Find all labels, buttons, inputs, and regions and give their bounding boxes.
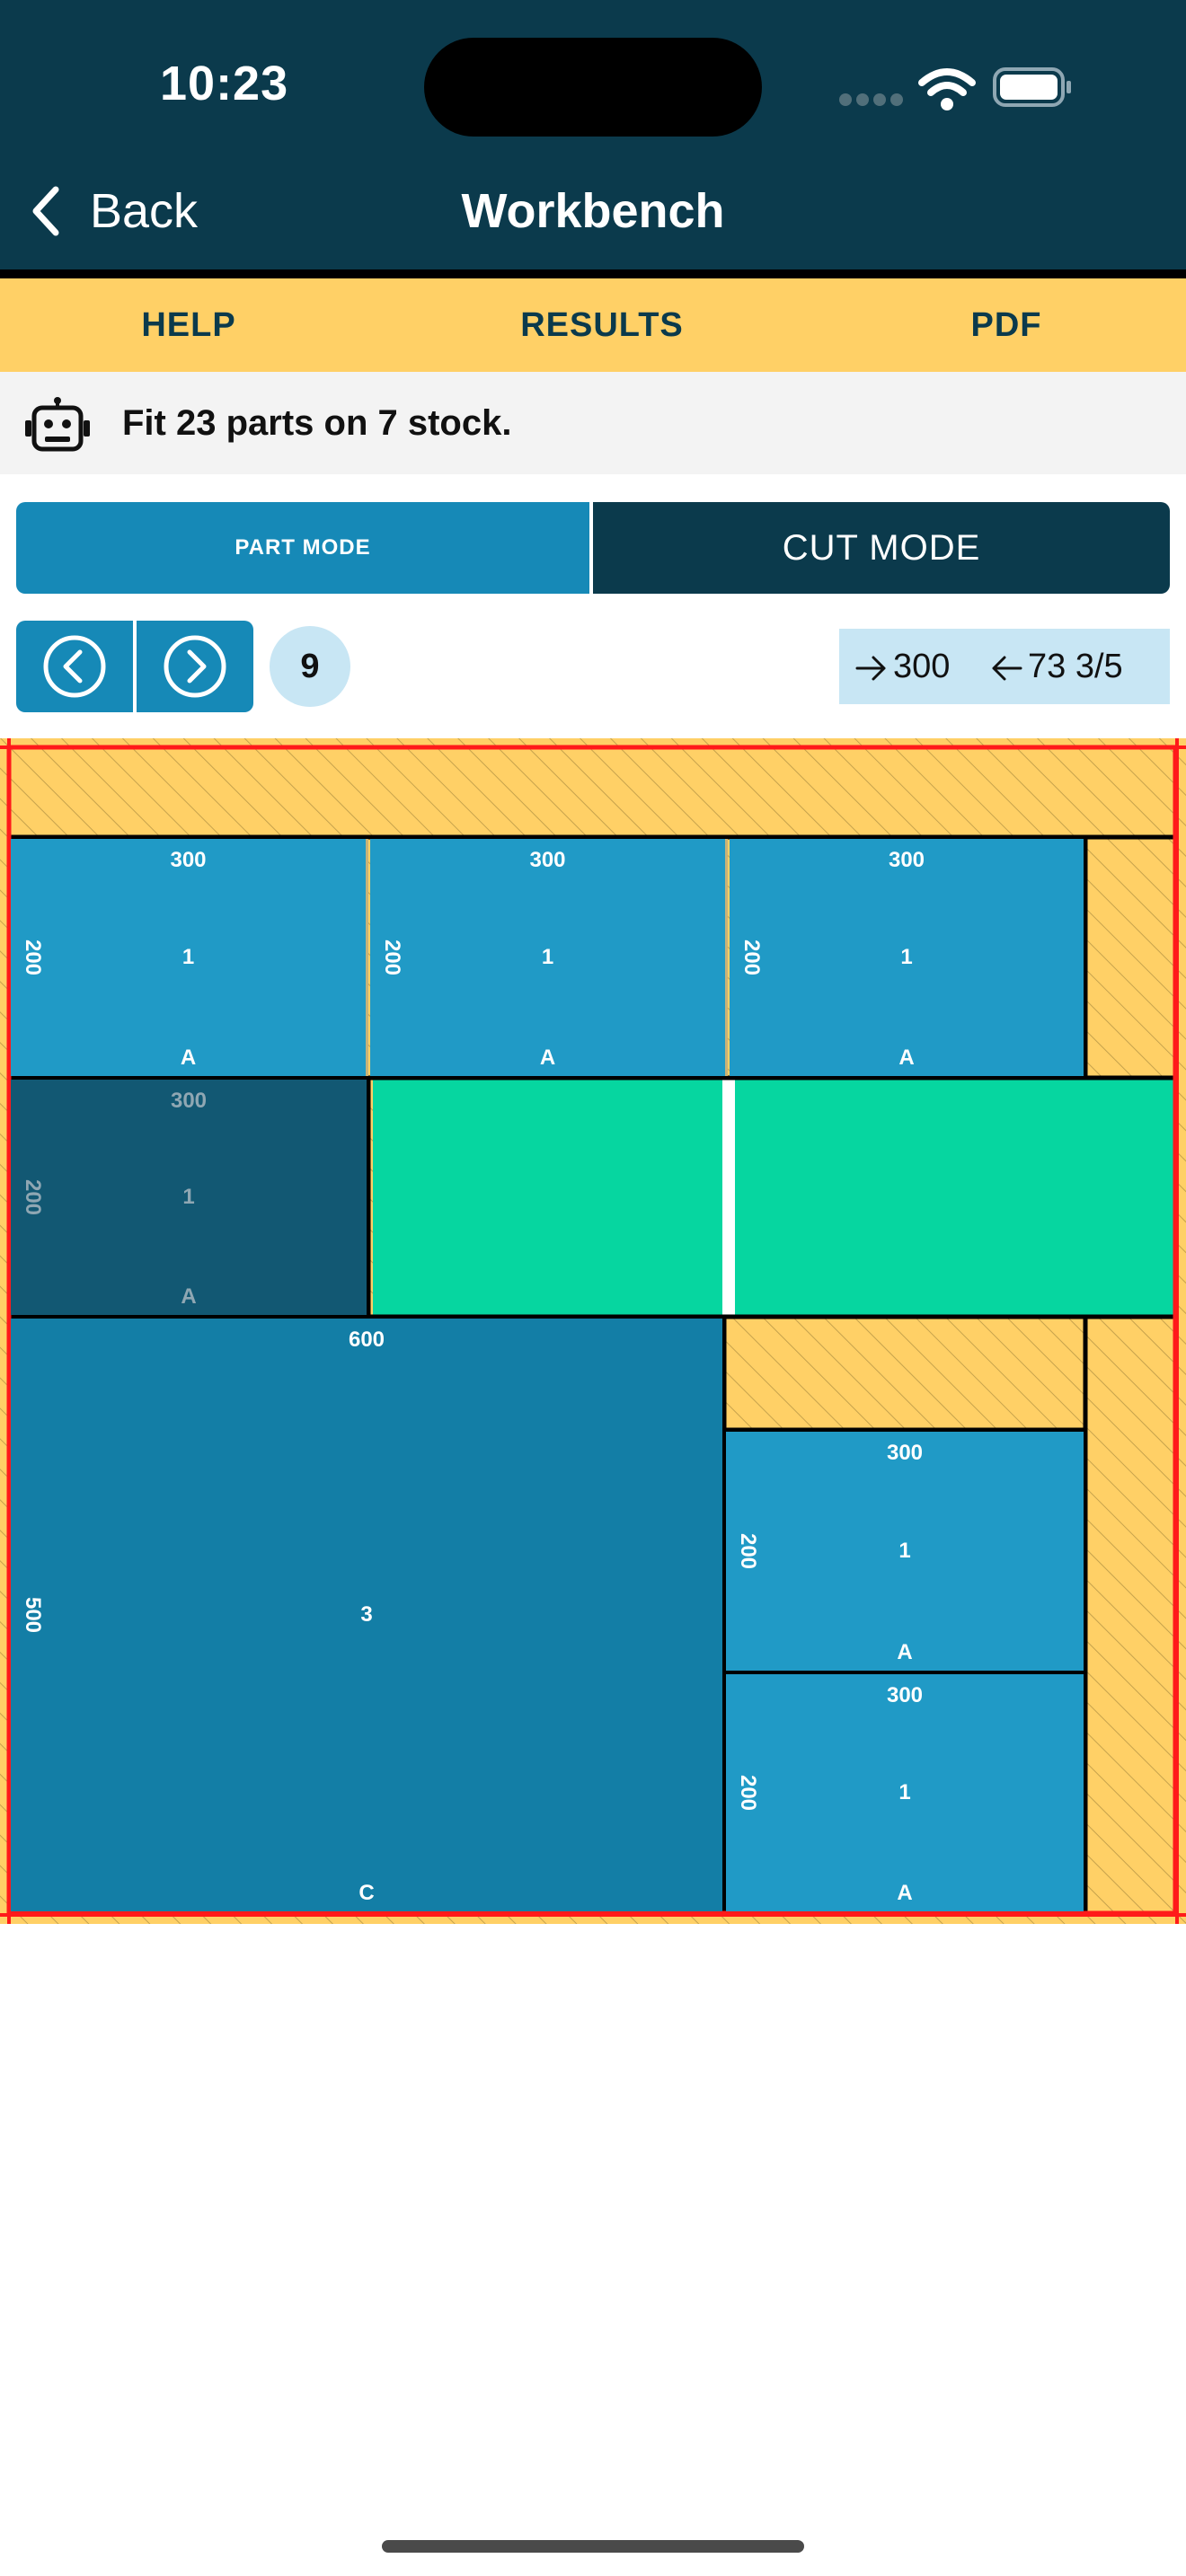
part-width: 600	[348, 1328, 385, 1352]
info-banner: Fit 23 parts on 7 stock.	[0, 372, 1186, 474]
part-width: 300	[886, 1683, 924, 1707]
part-width: 300	[886, 1441, 924, 1465]
selected-region[interactable]	[373, 1078, 1174, 1317]
part-width: 300	[170, 848, 207, 872]
arrow-right-icon	[855, 656, 886, 681]
measurement-readout: 300 73 3/5	[839, 629, 1170, 704]
part-width: 300	[529, 848, 566, 872]
tab-help[interactable]: HELP	[54, 278, 323, 372]
measure-left-value: 73 3/5	[1028, 648, 1123, 685]
part-label: A	[539, 1045, 556, 1070]
part-label: C	[358, 1881, 375, 1905]
chevron-left-circle-icon	[43, 635, 106, 698]
part-c[interactable]: 600 500 3 C	[11, 1319, 722, 1911]
part-width: 300	[888, 848, 925, 872]
part-quantity: 1	[181, 945, 195, 969]
measure-right-value: 300	[893, 648, 951, 685]
part-label: A	[181, 1284, 197, 1309]
part-label: A	[897, 1640, 913, 1664]
part-a[interactable]: 300 200 1 A	[730, 839, 1084, 1076]
part-quantity: 1	[900, 945, 913, 969]
part-quantity: 1	[541, 945, 554, 969]
top-tab-bar: HELP RESULTS PDF	[0, 278, 1186, 372]
part-a[interactable]: 300 200 1 A	[726, 1674, 1084, 1911]
part-label: A	[897, 1881, 913, 1905]
stock-board[interactable]: 300 200 1 A 300 200 1 A 300 200 1 A 300 …	[0, 738, 1186, 1924]
measure-left: 73 3/5	[990, 629, 1123, 704]
cellular-signal-icon	[839, 93, 903, 106]
battery-icon	[993, 67, 1071, 107]
fit-summary: Fit 23 parts on 7 stock.	[122, 403, 512, 443]
part-label: A	[180, 1045, 197, 1070]
dynamic-island	[424, 38, 762, 137]
chevron-right-circle-icon	[164, 635, 226, 698]
part-quantity: 1	[182, 1185, 195, 1209]
status-time: 10:23	[160, 57, 289, 110]
page-number-badge: 9	[270, 626, 350, 707]
previous-button[interactable]	[16, 621, 133, 712]
page-title: Workbench	[461, 184, 725, 238]
robot-icon	[25, 397, 90, 452]
part-quantity: 1	[898, 1780, 911, 1804]
wifi-icon	[918, 68, 976, 110]
tab-results[interactable]: RESULTS	[467, 278, 737, 372]
kerf-gap	[722, 1078, 735, 1317]
app-header: 10:23 Back Workbench	[0, 0, 1186, 271]
part-a-placed[interactable]: 300 200 1 A	[11, 1080, 367, 1315]
part-a[interactable]: 300 200 1 A	[370, 839, 728, 1076]
next-button[interactable]	[137, 621, 253, 712]
tab-pdf[interactable]: PDF	[872, 278, 1141, 372]
cut-mode-button[interactable]: CUT MODE	[593, 502, 1170, 594]
part-width: 300	[170, 1089, 208, 1113]
arrow-left-icon	[992, 656, 1022, 681]
part-mode-button[interactable]: PART MODE	[16, 502, 589, 594]
measure-right: 300	[855, 629, 950, 704]
home-indicator	[382, 2540, 804, 2553]
part-quantity: 3	[360, 1602, 373, 1627]
part-a[interactable]: 300 200 1 A	[726, 1432, 1084, 1671]
part-label: A	[898, 1045, 915, 1070]
header-divider	[0, 269, 1186, 278]
part-quantity: 1	[898, 1539, 911, 1563]
part-a[interactable]: 300 200 1 A	[11, 839, 368, 1076]
